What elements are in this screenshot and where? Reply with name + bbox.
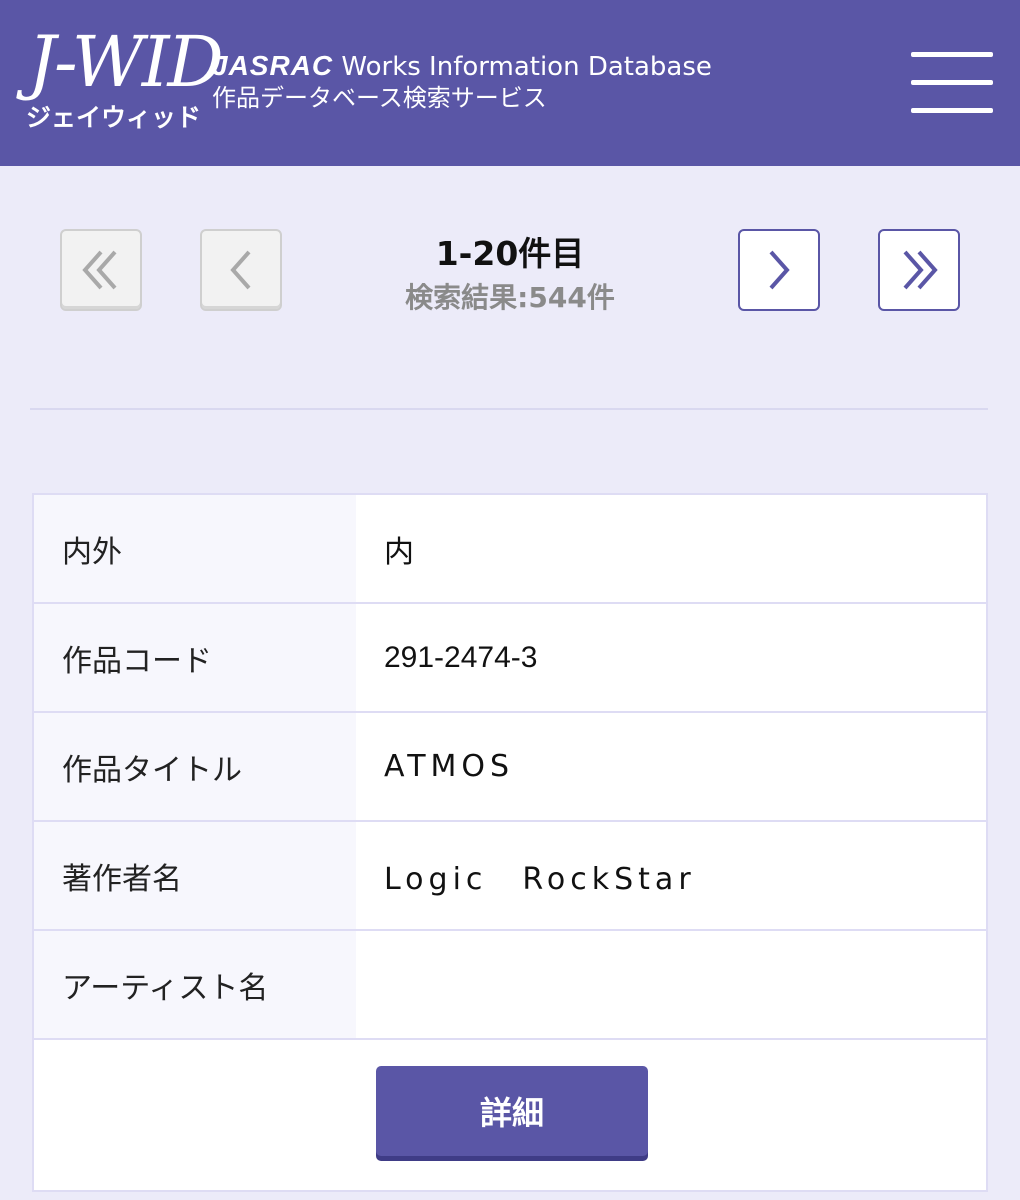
section-divider xyxy=(30,408,988,410)
brand-title: JASRAC Works Information Database xyxy=(212,50,712,83)
action-row: 詳細 xyxy=(34,1040,986,1190)
detail-button[interactable]: 詳細 xyxy=(376,1066,648,1156)
jasrac-wordmark: JASRAC xyxy=(212,50,334,81)
chevron-left-icon xyxy=(230,250,251,290)
menu-bar xyxy=(911,52,993,57)
row-label: 作品コード xyxy=(34,604,356,711)
table-row: 著作者名 Logic RockStar xyxy=(34,822,986,931)
row-value: 291-2474-3 xyxy=(356,604,986,711)
row-value: ATMOS xyxy=(356,713,986,820)
double-chevron-right-icon xyxy=(903,250,938,290)
row-label: 著作者名 xyxy=(34,822,356,929)
result-table: 内外 内 作品コード 291-2474-3 作品タイトル ATMOS 著作者名 … xyxy=(32,493,988,1192)
service-subtitle: 作品データベース検索サービス xyxy=(212,84,547,112)
brand-title-text: Works Information Database xyxy=(341,52,712,82)
hamburger-menu-icon[interactable] xyxy=(906,50,996,120)
table-row: 内外 内 xyxy=(34,495,986,604)
table-row: 作品コード 291-2474-3 xyxy=(34,604,986,713)
last-page-button[interactable] xyxy=(878,229,960,311)
menu-bar xyxy=(911,80,993,85)
chevron-right-icon xyxy=(769,250,790,290)
table-row: 作品タイトル ATMOS xyxy=(34,713,986,822)
double-chevron-left-icon xyxy=(82,250,117,290)
jwid-logo[interactable]: J-WID xyxy=(28,22,224,102)
row-label: 内外 xyxy=(34,495,356,602)
page-range: 1-20件目 xyxy=(435,234,585,273)
row-value: 内 xyxy=(356,495,986,602)
menu-bar xyxy=(911,108,993,113)
result-count: 検索結果:544件 xyxy=(405,281,615,314)
prev-page-button[interactable] xyxy=(200,229,282,311)
row-label: アーティスト名 xyxy=(34,931,356,1038)
row-label: 作品タイトル xyxy=(34,713,356,820)
app-header: J-WID ジェイウィッド JASRAC Works Information D… xyxy=(0,0,1020,166)
row-value: Logic RockStar xyxy=(356,822,986,929)
first-page-button[interactable] xyxy=(60,229,142,311)
next-page-button[interactable] xyxy=(738,229,820,311)
table-row: アーティスト名 xyxy=(34,931,986,1040)
jwid-logo-kana: ジェイウィッド xyxy=(26,103,202,132)
row-value xyxy=(356,931,986,1038)
